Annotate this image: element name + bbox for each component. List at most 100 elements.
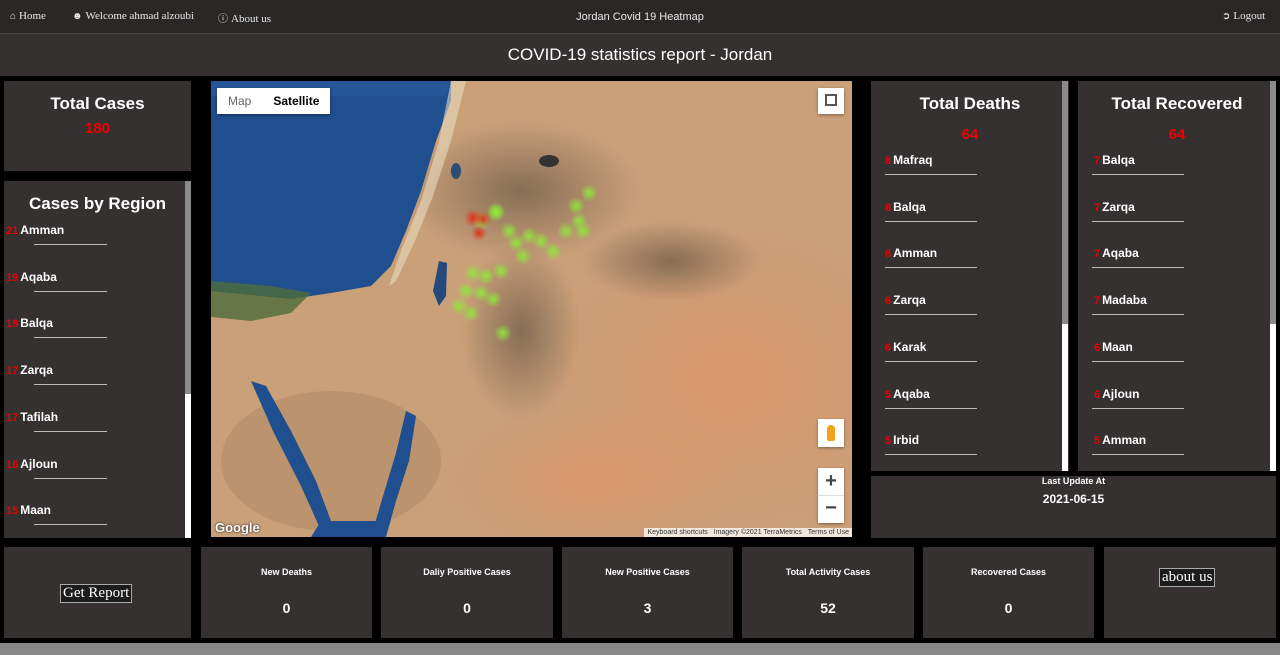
list-item-count: 5: [1094, 435, 1101, 448]
list-item-name: Ajloun: [1102, 386, 1140, 401]
list-divider: [34, 244, 107, 245]
list-item: 6 Zarqa: [885, 293, 926, 307]
list-item-name: Zarqa: [20, 363, 53, 378]
list-item-count: 6: [1094, 341, 1101, 354]
list-item: 18 Balqa: [6, 316, 53, 330]
total-cases-card: Total Cases 180: [4, 81, 191, 171]
list-item-name: Irbid: [893, 433, 920, 448]
list-divider: [1092, 220, 1184, 222]
list-item: 5 Amman: [1094, 433, 1146, 447]
list-item-count: 5: [885, 388, 892, 401]
map-type-map-button[interactable]: Map: [217, 88, 262, 114]
list-item: 6 Maan: [1094, 340, 1133, 354]
total-recovered-card: Total Recovered 64 7 Balqa 7 Zarqa 7 Aqaba 7 Ma…: [1078, 81, 1276, 471]
list-item-name: Mafraq: [893, 153, 933, 167]
last-update-card: Last Update At 2021-06-15: [871, 476, 1276, 538]
map-attribution: Keyboard shortcuts Imagery ©2021 TerraMe…: [644, 528, 852, 537]
list-item: 17 Tafilah: [6, 410, 58, 424]
list-item: 21 Amman: [6, 223, 64, 237]
list-item-name: Balqa: [893, 199, 926, 214]
list-item: 6 Amman: [885, 246, 937, 260]
list-item-count: 7: [1094, 201, 1101, 214]
list-item: 7 Balqa: [1094, 153, 1135, 167]
list-item-name: Balqa: [1102, 153, 1135, 167]
page-bottom-strip: [0, 643, 1280, 655]
list-divider: [1092, 267, 1184, 269]
list-item-name: Maan: [1102, 339, 1133, 354]
heatmap-map[interactable]: Map Satellite + − Google Keyboard shortc…: [211, 81, 852, 537]
total-deaths-title: Total Deaths: [919, 94, 1021, 113]
list-item: 7 Madaba: [1094, 293, 1147, 307]
cases-by-region-title: Cases by Region: [29, 194, 166, 213]
list-item-name: Karak: [893, 339, 927, 354]
stat-label: Daliy Positive Cases: [423, 567, 511, 577]
map-type-satellite-button[interactable]: Satellite: [262, 88, 330, 114]
pegman-button[interactable]: [818, 419, 844, 447]
stat-card-total-activity: Total Activity Cases 52: [742, 547, 914, 638]
list-item-count: 8: [885, 201, 892, 214]
stat-label: Recovered Cases: [970, 567, 1047, 577]
recovered-scrollbar-thumb[interactable]: [1270, 81, 1276, 324]
map-type-toggle: Map Satellite: [217, 88, 331, 114]
list-divider: [34, 384, 107, 386]
pegman-icon: [827, 425, 835, 441]
fullscreen-button[interactable]: [818, 88, 844, 114]
list-item-count: 7: [1094, 295, 1101, 308]
zoom-in-button[interactable]: +: [818, 468, 844, 496]
list-divider: [34, 524, 107, 526]
google-logo: Google: [215, 520, 260, 535]
list-item-count: 15: [6, 505, 19, 518]
nav-logout-link[interactable]: ➲ Logout: [1222, 10, 1265, 22]
list-divider: [885, 360, 977, 362]
list-divider: [885, 174, 977, 175]
list-item-count: 7: [1094, 155, 1101, 167]
list-item-count: 6: [885, 248, 892, 261]
region-scrollbar-thumb[interactable]: [185, 181, 191, 394]
logout-icon: ➲: [1222, 11, 1231, 22]
last-update-date: 2021-06-15: [1042, 492, 1105, 506]
terms-link[interactable]: Terms of Use: [808, 529, 849, 536]
top-navbar: ⌂ Home ☻ Welcome ahmad alzoubi ⓘ About us J…: [0, 0, 1280, 33]
total-recovered-value: 64: [1168, 126, 1186, 143]
list-divider: [1092, 360, 1184, 362]
list-divider: [885, 407, 977, 409]
list-divider: [34, 290, 107, 292]
list-item-name: Ajloun: [20, 456, 58, 471]
stat-value: 3: [643, 600, 652, 616]
deaths-scrollbar-thumb[interactable]: [1062, 81, 1068, 324]
list-item-count: 5: [885, 435, 892, 448]
list-item-name: Amman: [20, 223, 65, 237]
list-item: 7 Aqaba: [1094, 246, 1139, 260]
total-recovered-title: Total Recovered: [1111, 94, 1243, 113]
nav-logout-label: Logout: [1233, 10, 1266, 22]
list-divider: [34, 337, 107, 339]
list-item: 5 Irbid: [885, 433, 919, 447]
total-cases-title: Total Cases: [50, 94, 145, 113]
list-divider: [885, 267, 977, 269]
list-divider: [1092, 454, 1184, 456]
stat-value: 52: [820, 600, 836, 616]
imagery-credit: Imagery ©2021 TerraMetrics: [713, 529, 802, 536]
list-item-count: 21: [6, 225, 19, 237]
list-item-name: Balqa: [20, 316, 53, 331]
list-divider: [885, 220, 977, 222]
stat-label: New Positive Cases: [605, 567, 690, 577]
stat-label: New Deaths: [260, 567, 313, 577]
list-item-count: 17: [6, 365, 19, 378]
list-item-count: 17: [6, 411, 19, 424]
list-divider: [34, 430, 107, 432]
list-item: 19 Aqaba: [6, 270, 57, 284]
app-title: Jordan Covid 19 Heatmap: [576, 11, 704, 23]
list-item-count: 16: [6, 458, 19, 471]
list-item: 5 Aqaba: [885, 387, 930, 401]
zoom-out-button[interactable]: −: [818, 496, 844, 523]
stat-card-daily-positive: Daliy Positive Cases 0: [381, 547, 553, 638]
list-item: 8 Mafraq: [885, 153, 932, 167]
list-item-count: 8: [885, 155, 892, 167]
about-us-button[interactable]: about us: [1159, 568, 1216, 587]
list-item-count: 7: [1094, 248, 1101, 261]
total-deaths-card: Total Deaths 64 8 Mafraq 8 Balqa 6 Amman 6 Zarq…: [871, 81, 1069, 471]
keyboard-shortcuts-link[interactable]: Keyboard shortcuts: [647, 529, 707, 536]
get-report-button[interactable]: Get Report: [60, 584, 133, 603]
stat-label: Total Activity Cases: [785, 567, 871, 577]
